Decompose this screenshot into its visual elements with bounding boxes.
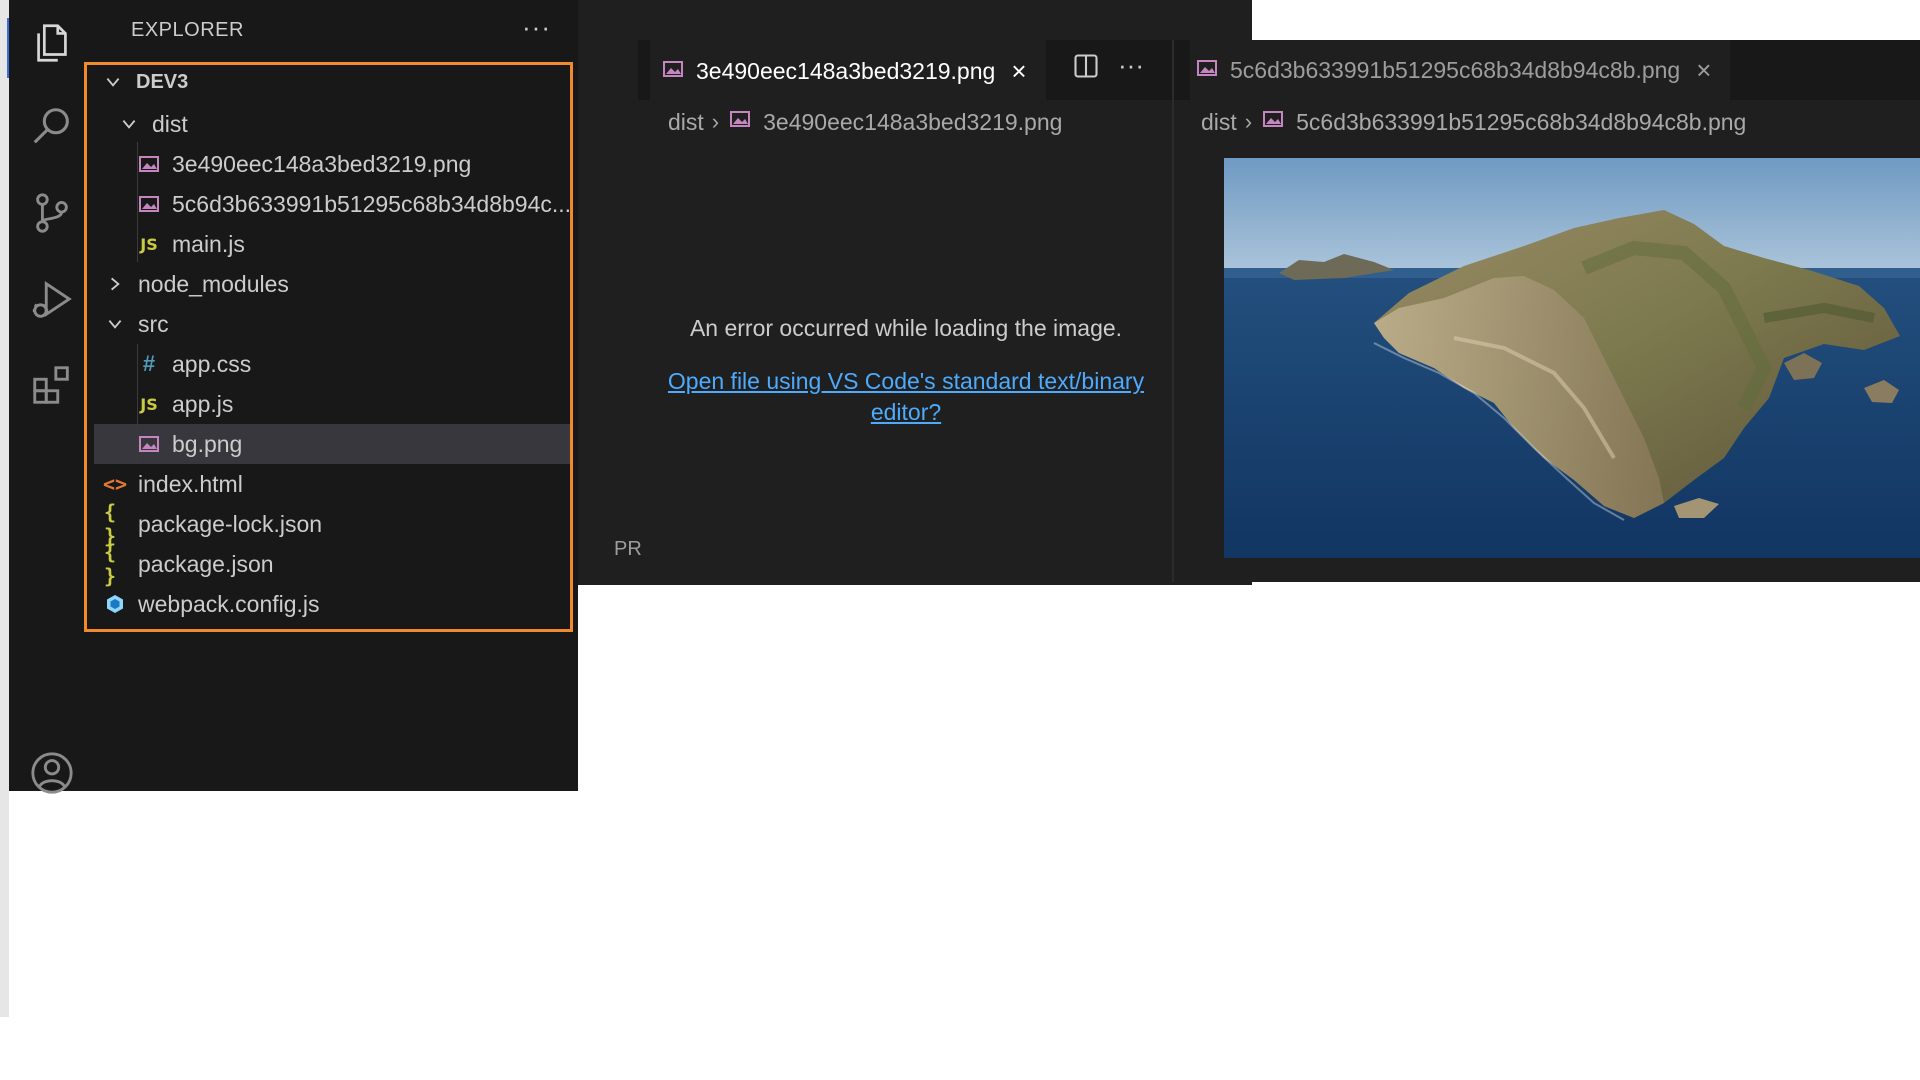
chevron-right-icon: › [711, 109, 720, 134]
explorer-icon[interactable] [27, 18, 77, 68]
close-tab-icon[interactable]: × [1011, 56, 1026, 87]
image-file-icon [1196, 57, 1218, 84]
highlight-annotation [84, 62, 573, 632]
close-tab-icon[interactable]: × [1696, 55, 1711, 86]
explorer-title: EXPLORER [131, 19, 244, 41]
breadcrumb-folder[interactable]: dist [1201, 109, 1237, 136]
image-file-icon [729, 108, 751, 136]
window-edge [0, 0, 9, 1017]
tab-label: 5c6d3b633991b51295c68b34d8b94c8b.png [1230, 56, 1681, 83]
source-control-icon[interactable] [27, 188, 77, 238]
split-editor-icon[interactable] [1072, 52, 1100, 80]
extensions-icon[interactable] [27, 360, 77, 410]
activity-bar [9, 0, 95, 794]
run-debug-icon[interactable] [27, 274, 77, 324]
image-file-icon [662, 58, 684, 85]
search-icon[interactable] [27, 102, 77, 152]
editor-more-actions-icon[interactable]: ··· [1118, 50, 1144, 81]
chevron-right-icon: › [1244, 109, 1253, 134]
tab-3e490eec-png[interactable]: 3e490eec148a3bed3219.png × [650, 40, 1046, 101]
breadcrumb-folder[interactable]: dist [668, 109, 704, 136]
account-icon[interactable] [27, 748, 77, 798]
tab-5c6d3b63-png[interactable]: 5c6d3b633991b51295c68b34d8b94c8b.png × [1190, 40, 1730, 100]
image-file-icon [1262, 108, 1284, 136]
explorer-more-actions-icon[interactable]: ··· [522, 12, 551, 43]
breadcrumb-file[interactable]: 5c6d3b633991b51295c68b34d8b94c8b.png [1296, 109, 1746, 136]
breadcrumb-file[interactable]: 3e490eec148a3bed3219.png [763, 109, 1062, 136]
open-with-text-editor-link[interactable]: Open file using VS Code's standard text/… [662, 366, 1150, 428]
breadcrumb: dist › 5c6d3b633991b51295c68b34d8b94c8b.… [1201, 108, 1746, 136]
breadcrumb: dist › 3e490eec148a3bed3219.png [668, 108, 1062, 136]
image-preview [1224, 158, 1920, 558]
tab-label: 3e490eec148a3bed3219.png [696, 57, 996, 84]
image-load-error-message: An error occurred while loading the imag… [689, 315, 1123, 341]
panel-tab-label[interactable]: PR [614, 538, 642, 561]
